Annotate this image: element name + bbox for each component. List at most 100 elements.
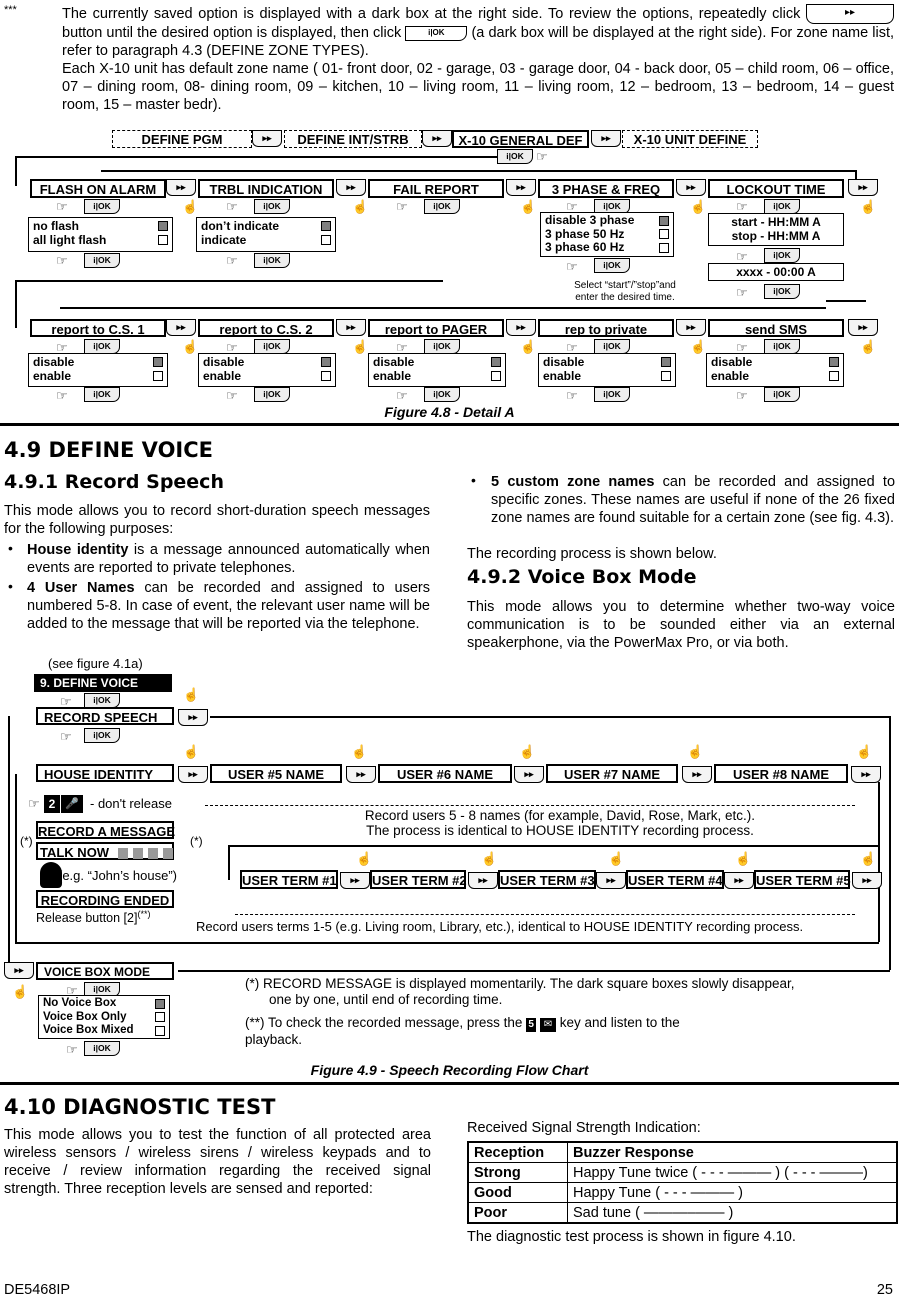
- next-button[interactable]: ▸▸: [336, 179, 366, 196]
- next-button[interactable]: ▸▸: [682, 766, 712, 783]
- selected-indicator[interactable]: [158, 221, 168, 231]
- record-speech[interactable]: RECORD SPEECH: [36, 707, 174, 725]
- trbl-indication[interactable]: TRBL INDICATION: [198, 179, 334, 198]
- selected-indicator[interactable]: [491, 357, 501, 367]
- ok-button[interactable]: i|OK: [254, 253, 290, 268]
- next-button[interactable]: ▸▸: [178, 709, 208, 726]
- selected-indicator[interactable]: [659, 215, 669, 226]
- unselected-indicator[interactable]: [829, 371, 839, 381]
- next-button[interactable]: ▸▸: [468, 872, 498, 889]
- house-identity[interactable]: HOUSE IDENTITY: [36, 764, 174, 782]
- next-button[interactable]: ▸▸: [506, 319, 536, 336]
- unselected-indicator[interactable]: [155, 1012, 165, 1023]
- menu-define-int-strb[interactable]: DEFINE INT/STRB: [284, 130, 422, 148]
- key-2[interactable]: 2: [44, 795, 60, 813]
- user-5-name[interactable]: USER #5 NAME: [210, 764, 342, 783]
- ok-button[interactable]: i|OK: [594, 258, 630, 273]
- user-term-5[interactable]: USER TERM #5: [754, 870, 851, 889]
- ok-button[interactable]: i|OK: [594, 387, 630, 402]
- selected-indicator[interactable]: [321, 357, 331, 367]
- define-voice-menu[interactable]: 9. DEFINE VOICE: [34, 674, 172, 692]
- ok-button[interactable]: i|OK: [254, 199, 290, 214]
- ok-button[interactable]: i|OK: [84, 253, 120, 268]
- user-term-4[interactable]: USER TERM #4: [626, 870, 724, 889]
- next-button[interactable]: ▸▸: [514, 766, 544, 783]
- ok-button[interactable]: i|OK: [254, 339, 290, 354]
- next-button[interactable]: ▸▸: [506, 179, 536, 196]
- ok-button[interactable]: i|OK: [764, 284, 800, 299]
- report-pager[interactable]: report to PAGER: [368, 319, 504, 337]
- selected-indicator[interactable]: [321, 221, 331, 231]
- ok-button[interactable]: i|OK: [424, 387, 460, 402]
- lockout-stop[interactable]: stop - HH:MM A: [713, 229, 839, 243]
- next-button[interactable]: ▸▸: [422, 130, 452, 147]
- next-button[interactable]: ▸▸: [851, 766, 881, 783]
- report-cs2[interactable]: report to C.S. 2: [198, 319, 334, 337]
- next-button[interactable]: ▸▸: [596, 872, 626, 889]
- unselected-indicator[interactable]: [659, 242, 669, 253]
- signal-table: Reception Buzzer Response Strong Happy T…: [467, 1141, 898, 1224]
- unselected-indicator[interactable]: [153, 371, 163, 381]
- report-cs1[interactable]: report to C.S. 1: [30, 319, 166, 337]
- ok-button[interactable]: i|OK: [84, 728, 120, 743]
- fail-report[interactable]: FAIL REPORT: [368, 179, 504, 198]
- ok-button[interactable]: i|OK: [594, 339, 630, 354]
- ok-button[interactable]: i|OK: [764, 339, 800, 354]
- next-button[interactable]: ▸▸: [166, 179, 196, 196]
- ok-button[interactable]: i|OK: [254, 387, 290, 402]
- user-term-1[interactable]: USER TERM #1: [240, 870, 338, 889]
- user-7-name[interactable]: USER #7 NAME: [546, 764, 678, 783]
- send-sms[interactable]: send SMS: [708, 319, 844, 337]
- menu-x10-unit-define[interactable]: X-10 UNIT DEFINE: [622, 130, 758, 148]
- ok-button[interactable]: i|OK: [497, 149, 533, 164]
- voice-box-mode[interactable]: VOICE BOX MODE: [36, 962, 174, 980]
- next-button[interactable]: ▸▸: [4, 962, 34, 979]
- ok-button[interactable]: i|OK: [764, 199, 800, 214]
- user-term-3[interactable]: USER TERM #3: [498, 870, 596, 889]
- next-button[interactable]: ▸▸: [166, 319, 196, 336]
- ok-button[interactable]: i|OK: [84, 387, 120, 402]
- ok-button[interactable]: i|OK: [424, 339, 460, 354]
- ok-button[interactable]: i|OK: [764, 387, 800, 402]
- three-phase-freq[interactable]: 3 PHASE & FREQ: [538, 179, 674, 198]
- ok-button[interactable]: i|OK: [84, 1041, 120, 1056]
- unselected-indicator[interactable]: [321, 371, 331, 381]
- selected-indicator[interactable]: [153, 357, 163, 367]
- next-button[interactable]: ▸▸: [724, 872, 754, 889]
- next-button[interactable]: ▸▸: [340, 872, 370, 889]
- user-8-name[interactable]: USER #8 NAME: [714, 764, 848, 783]
- user-6-name[interactable]: USER #6 NAME: [378, 764, 512, 783]
- next-button[interactable]: ▸▸: [676, 179, 706, 196]
- unselected-indicator[interactable]: [321, 235, 331, 245]
- ok-button[interactable]: i|OK: [84, 199, 120, 214]
- flash-on-alarm[interactable]: FLASH ON ALARM: [30, 179, 166, 198]
- unselected-indicator[interactable]: [155, 1025, 165, 1036]
- unselected-indicator[interactable]: [491, 371, 501, 381]
- next-button[interactable]: ▸▸: [346, 766, 376, 783]
- user-term-2[interactable]: USER TERM #2: [370, 870, 467, 889]
- unselected-indicator[interactable]: [659, 229, 669, 240]
- next-button[interactable]: ▸▸: [676, 319, 706, 336]
- next-button[interactable]: ▸▸: [178, 766, 208, 783]
- next-button[interactable]: ▸▸: [591, 130, 621, 147]
- ok-button[interactable]: i|OK: [84, 339, 120, 354]
- unselected-indicator[interactable]: [158, 235, 168, 245]
- next-button[interactable]: ▸▸: [848, 319, 878, 336]
- unselected-indicator[interactable]: [661, 371, 671, 381]
- selected-indicator[interactable]: [155, 998, 165, 1009]
- lockout-entry[interactable]: xxxx - 00:00 A: [708, 263, 844, 281]
- ok-button[interactable]: i|OK: [84, 693, 120, 708]
- lockout-start[interactable]: start - HH:MM A: [713, 215, 839, 229]
- selected-indicator[interactable]: [829, 357, 839, 367]
- ok-button[interactable]: i|OK: [424, 199, 460, 214]
- next-button[interactable]: ▸▸: [848, 179, 878, 196]
- selected-indicator[interactable]: [661, 357, 671, 367]
- ok-button[interactable]: i|OK: [764, 248, 800, 263]
- next-button[interactable]: ▸▸: [336, 319, 366, 336]
- menu-x10-general-def[interactable]: X-10 GENERAL DEF: [452, 130, 589, 148]
- next-button[interactable]: ▸▸: [852, 872, 882, 889]
- next-button[interactable]: ▸▸: [252, 130, 282, 147]
- menu-define-pgm[interactable]: DEFINE PGM: [112, 130, 252, 148]
- lockout-time[interactable]: LOCKOUT TIME: [708, 179, 844, 198]
- rep-to-private[interactable]: rep to private: [538, 319, 674, 337]
